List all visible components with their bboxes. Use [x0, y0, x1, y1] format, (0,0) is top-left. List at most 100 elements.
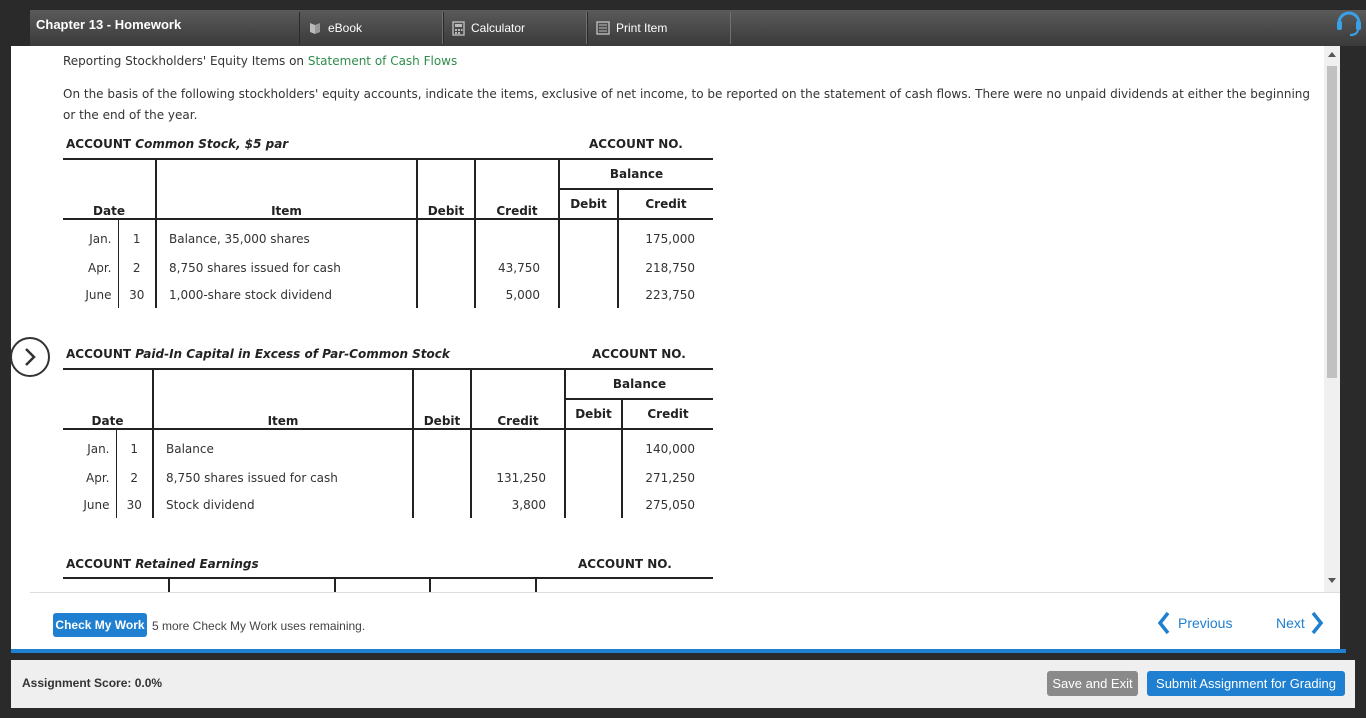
assignment-score: Assignment Score: 0.0% [22, 676, 163, 690]
row-debit [417, 281, 476, 308]
header-debit: Debit [413, 369, 472, 430]
row-month: Apr. [63, 464, 117, 491]
row-month: Apr. [63, 254, 119, 281]
header-balance-credit: Credit [622, 399, 713, 430]
header-balance: Balance [559, 159, 713, 190]
row-balance-credit: 175,000 [645, 232, 695, 246]
account-name: Paid-In Capital in Excess of Par-Common … [135, 347, 450, 361]
headset-icon[interactable] [1335, 5, 1363, 37]
row-credit [475, 219, 560, 254]
row-debit [413, 429, 472, 464]
row-day: 30 [116, 491, 154, 518]
row-month: June [63, 281, 119, 308]
row-balance-credit: 140,000 [645, 442, 695, 456]
scroll-up-arrow-icon[interactable] [1328, 52, 1336, 57]
row-item: Balance, 35,000 shares [156, 219, 418, 254]
previous-label: Previous [1178, 615, 1233, 631]
header-balance-credit: Credit [618, 189, 713, 220]
row-item: Balance [153, 429, 414, 464]
tab-calculator[interactable]: Calculator [443, 12, 587, 44]
scroll-thumb[interactable] [1327, 66, 1337, 378]
row-balance-debit [559, 281, 619, 308]
chevron-right-icon [25, 348, 36, 366]
scroll-down-arrow-icon[interactable] [1328, 578, 1336, 583]
row-debit [413, 491, 472, 518]
save-and-exit-button[interactable]: Save and Exit [1047, 671, 1138, 696]
header-balance: Balance [565, 369, 713, 400]
tab-ebook[interactable]: eBook [299, 12, 443, 44]
table-row: June 30 1,000-share stock dividend 5,000… [63, 281, 713, 308]
account-label: ACCOUNT [66, 137, 132, 151]
table-row: Jan. 1 Balance, 35,000 shares 175,000 [63, 219, 713, 254]
account-name: Common Stock, $5 par [135, 137, 289, 151]
account-label: ACCOUNT [66, 347, 132, 361]
row-balance-debit [559, 254, 619, 281]
row-credit: 43,750 [475, 254, 560, 281]
chevron-left-icon [1157, 611, 1170, 635]
header-credit: Credit [475, 159, 560, 220]
expand-panel-button[interactable] [10, 337, 50, 377]
next-button[interactable]: Next [1276, 610, 1325, 636]
row-balance-credit: 218,750 [645, 260, 695, 275]
next-label: Next [1276, 615, 1305, 631]
tab-print-item[interactable]: Print Item [587, 12, 731, 44]
problem-heading-link[interactable]: Statement of Cash Flows [308, 54, 457, 68]
account-number-label: ACCOUNT NO. [589, 137, 683, 151]
ledger-paid-in-capital: Date Item Debit Credit Balance Debit Cre… [63, 368, 713, 518]
check-my-work-button[interactable]: Check My Work [53, 613, 147, 637]
ledger-common-stock: Date Item Debit Credit Balance Debit Cre… [63, 158, 713, 308]
row-item: Stock dividend [153, 491, 414, 518]
account-label: ACCOUNT [66, 557, 132, 571]
row-item: 1,000-share stock dividend [156, 281, 418, 308]
progress-divider [11, 649, 1346, 653]
account-number-label: ACCOUNT NO. [578, 557, 672, 571]
header-date: Date [63, 369, 154, 430]
row-balance-debit [565, 464, 623, 491]
row-day: 30 [118, 281, 157, 308]
table-row: Apr. 2 8,750 shares issued for cash 43,7… [63, 254, 713, 281]
row-item: 8,750 shares issued for cash [156, 254, 418, 281]
previous-button[interactable]: Previous [1156, 610, 1232, 636]
row-month: June [63, 491, 117, 518]
row-credit: 5,000 [475, 281, 560, 308]
chevron-right-icon [1311, 611, 1324, 635]
check-uses-remaining: 5 more Check My Work uses remaining. [152, 619, 366, 633]
header-date: Date [63, 159, 157, 220]
row-debit [417, 254, 476, 281]
row-day: 1 [118, 219, 157, 254]
tab-ebook-label: eBook [328, 21, 363, 35]
row-debit [413, 464, 472, 491]
chapter-title: Chapter 13 - Homework [36, 17, 182, 32]
row-balance-debit [565, 429, 623, 464]
header-balance-debit: Debit [565, 399, 623, 430]
header-credit: Credit [471, 369, 566, 430]
account-title-common-stock: ACCOUNT Common Stock, $5 par [66, 137, 288, 151]
row-credit: 3,800 [471, 491, 566, 518]
row-balance-credit: 223,750 [645, 287, 695, 302]
problem-heading: Reporting Stockholders' Equity Items on … [63, 54, 457, 68]
account-title-paid-in-capital: ACCOUNT Paid-In Capital in Excess of Par… [66, 347, 450, 361]
table-row: June 30 Stock dividend 3,800 275,050 [63, 491, 713, 518]
row-balance-debit [565, 491, 623, 518]
header-item: Item [156, 159, 418, 220]
row-credit [471, 429, 566, 464]
book-icon [310, 23, 320, 34]
header-item: Item [153, 369, 414, 430]
row-day: 1 [116, 429, 154, 464]
problem-heading-prefix: Reporting Stockholders' Equity Items on [63, 54, 308, 68]
print-icon [596, 21, 610, 35]
row-balance-debit [559, 219, 619, 254]
header-balance-debit: Debit [559, 189, 619, 220]
content-scrollbar[interactable] [1324, 46, 1340, 592]
table-row: Jan. 1 Balance 140,000 [63, 429, 713, 464]
tab-print-item-label: Print Item [616, 21, 668, 35]
problem-instructions: On the basis of the following stockholde… [63, 87, 1311, 122]
submit-assignment-button[interactable]: Submit Assignment for Grading [1147, 671, 1345, 696]
header-debit: Debit [417, 159, 476, 220]
table-row: Apr. 2 8,750 shares issued for cash 131,… [63, 464, 713, 491]
row-item: 8,750 shares issued for cash [153, 464, 414, 491]
tab-calculator-label: Calculator [471, 21, 526, 35]
account-name: Retained Earnings [135, 557, 259, 571]
account-title-retained-earnings: ACCOUNT Retained Earnings [66, 557, 259, 571]
row-month: Jan. [63, 219, 119, 254]
